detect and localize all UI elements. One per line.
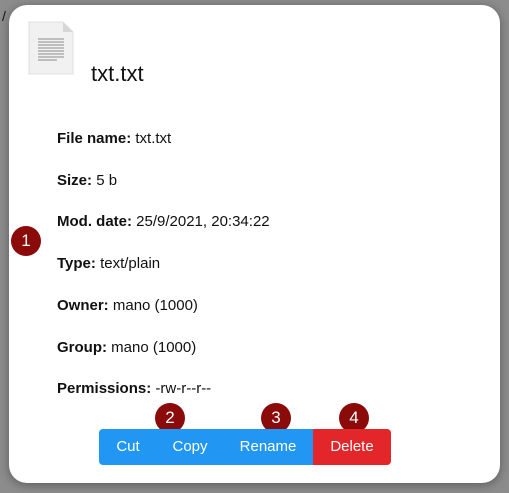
size-row: Size: 5 b bbox=[57, 172, 117, 189]
owner-label: Owner: bbox=[57, 297, 109, 314]
permissions-row: Permissions: -rw-r--r-- bbox=[57, 380, 211, 397]
permissions-label: Permissions: bbox=[57, 380, 152, 397]
type-row: Type: text/plain bbox=[57, 255, 160, 272]
mod-date-value: 25/9/2021, 20:34:22 bbox=[136, 213, 270, 230]
file-info-dialog: txt.txt File name: txt.txt Size: 5 b Mod… bbox=[9, 5, 500, 483]
permissions-value: -rw-r--r-- bbox=[155, 380, 212, 397]
type-value: text/plain bbox=[100, 255, 161, 272]
copy-button[interactable]: Copy bbox=[157, 429, 223, 465]
file-title: txt.txt bbox=[91, 61, 144, 86]
annotation-badge-1: 1 bbox=[11, 226, 41, 256]
rename-button[interactable]: Rename bbox=[223, 429, 313, 465]
text-file-icon bbox=[28, 21, 74, 75]
group-label: Group: bbox=[57, 339, 107, 356]
mod-date-row: Mod. date: 25/9/2021, 20:34:22 bbox=[57, 213, 270, 230]
owner-row: Owner: mano (1000) bbox=[57, 297, 198, 314]
file-actions-toolbar: Cut Copy Rename Delete bbox=[99, 429, 391, 465]
group-row: Group: mano (1000) bbox=[57, 339, 196, 356]
mod-date-label: Mod. date: bbox=[57, 213, 132, 230]
file-name-value: txt.txt bbox=[135, 130, 172, 147]
owner-value: mano (1000) bbox=[112, 297, 198, 314]
delete-button[interactable]: Delete bbox=[313, 429, 391, 465]
size-label: Size: bbox=[57, 172, 93, 189]
size-value: 5 b bbox=[96, 172, 118, 189]
cut-button[interactable]: Cut bbox=[99, 429, 157, 465]
type-label: Type: bbox=[57, 255, 96, 272]
file-name-row: File name: txt.txt bbox=[57, 130, 171, 147]
group-value: mano (1000) bbox=[111, 339, 197, 356]
file-name-label: File name: bbox=[57, 130, 132, 147]
